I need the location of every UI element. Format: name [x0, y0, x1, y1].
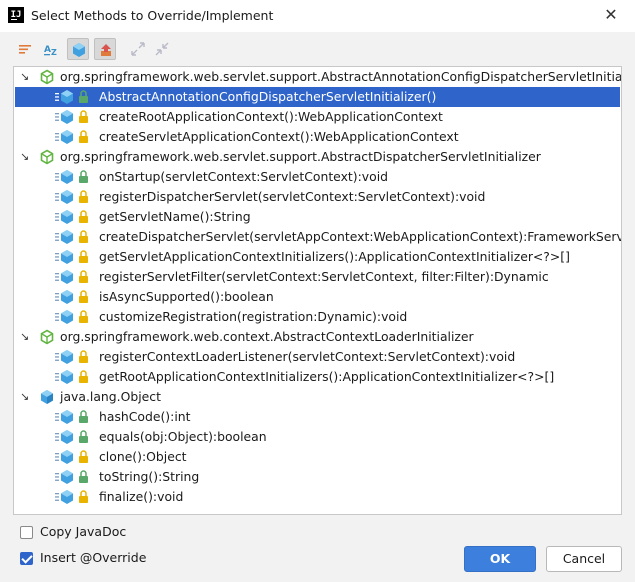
method-signature-label: getServletApplicationContextInitializers…: [99, 249, 570, 264]
copy-javadoc-label: Copy JavaDoc: [40, 524, 127, 539]
close-icon[interactable]: ✕: [601, 5, 621, 25]
method-signature-label: registerServletFilter(servletContext:Ser…: [99, 269, 549, 284]
tree-method-row[interactable]: AbstractAnnotationConfigDispatcherServle…: [15, 87, 620, 107]
copy-javadoc-checkbox[interactable]: [20, 526, 33, 539]
method-signature-label: hashCode():int: [99, 409, 191, 424]
tree-method-row[interactable]: getServletName():String: [15, 207, 620, 227]
tree-method-row[interactable]: clone():Object: [15, 447, 620, 467]
tree-method-row[interactable]: customizeRegistration(registration:Dynam…: [15, 307, 620, 327]
method-icon: [55, 109, 93, 125]
method-signature-label: createServletApplicationContext():WebApp…: [99, 129, 459, 144]
class-name-label: org.springframework.web.servlet.support.…: [60, 149, 541, 164]
class-name-label: org.springframework.web.context.Abstract…: [60, 329, 474, 344]
method-icon: [55, 249, 93, 265]
method-signature-label: getServletName():String: [99, 209, 251, 224]
insert-override-checkbox[interactable]: [20, 552, 33, 565]
dialog-title: Select Methods to Override/Implement: [31, 8, 274, 23]
tree-method-row[interactable]: toString():String: [15, 467, 620, 487]
tree-method-row[interactable]: registerDispatcherServlet(servletContext…: [15, 187, 620, 207]
svg-text:Z: Z: [51, 48, 57, 57]
method-signature-label: getRootApplicationContextInitializers():…: [99, 369, 555, 384]
class-name-label: org.springframework.web.servlet.support.…: [60, 69, 622, 84]
tree-method-row[interactable]: hashCode():int: [15, 407, 620, 427]
expand-all-icon[interactable]: [127, 38, 149, 60]
method-icon: [55, 129, 93, 145]
method-signature-label: clone():Object: [99, 449, 187, 464]
class-name-label: java.lang.Object: [60, 389, 161, 404]
method-icon: [55, 469, 93, 485]
method-signature-label: equals(obj:Object):boolean: [99, 429, 267, 444]
method-signature-label: onStartup(servletContext:ServletContext)…: [99, 169, 389, 184]
ok-button[interactable]: OK: [464, 546, 536, 572]
method-signature-label: toString():String: [99, 469, 200, 484]
method-icon: [55, 209, 93, 225]
show-supers-icon[interactable]: [94, 38, 116, 60]
method-signature-label: registerDispatcherServlet(servletContext…: [99, 189, 486, 204]
method-icon: [55, 349, 93, 365]
tree-method-row[interactable]: createDispatcherServlet(servletAppContex…: [15, 227, 622, 247]
tree-method-row[interactable]: finalize():void: [15, 487, 620, 507]
tree-method-row[interactable]: isAsyncSupported():boolean: [15, 287, 620, 307]
method-icon: [55, 429, 93, 445]
expand-arrow-icon[interactable]: ↘: [20, 67, 32, 87]
method-icon: [55, 229, 93, 245]
method-icon: [55, 269, 93, 285]
tree-method-row[interactable]: onStartup(servletContext:ServletContext)…: [15, 167, 620, 187]
svg-text:A: A: [44, 45, 51, 55]
method-icon: [55, 409, 93, 425]
method-signature-label: customizeRegistration(registration:Dynam…: [99, 309, 408, 324]
method-signature-label: finalize():void: [99, 489, 184, 504]
tree-method-row[interactable]: registerContextLoaderListener(servletCon…: [15, 347, 620, 367]
intellij-app-icon: IJ: [8, 7, 24, 23]
tree-class-row[interactable]: ↘ org.springframework.web.context.Abstrac…: [15, 327, 620, 347]
method-signature-label: createRootApplicationContext():WebApplic…: [99, 109, 443, 124]
show-classes-icon[interactable]: [67, 38, 89, 60]
title-bar: IJ Select Methods to Override/Implement …: [0, 0, 635, 32]
method-icon: [55, 89, 93, 105]
sort-icon[interactable]: [14, 38, 36, 60]
cancel-button[interactable]: Cancel: [546, 546, 622, 572]
method-signature-label: AbstractAnnotationConfigDispatcherServle…: [99, 89, 437, 104]
expand-arrow-icon[interactable]: ↘: [20, 387, 32, 407]
method-icon: [55, 449, 93, 465]
method-icon: [55, 309, 93, 325]
tree-method-row[interactable]: equals(obj:Object):boolean: [15, 427, 620, 447]
tree-method-row[interactable]: getRootApplicationContextInitializers():…: [15, 367, 620, 387]
expand-arrow-icon[interactable]: ↘: [20, 147, 32, 167]
method-icon: [55, 489, 93, 505]
method-icon: [55, 289, 93, 305]
tree-method-row[interactable]: createServletApplicationContext():WebApp…: [15, 127, 620, 147]
method-signature-label: registerContextLoaderListener(servletCon…: [99, 349, 516, 364]
method-icon: [55, 169, 93, 185]
insert-override-label: Insert @Override: [40, 550, 147, 565]
expand-arrow-icon[interactable]: ↘: [20, 327, 32, 347]
tree-method-row[interactable]: registerServletFilter(servletContext:Ser…: [15, 267, 620, 287]
method-signature-label: createDispatcherServlet(servletAppContex…: [99, 229, 622, 244]
tree-class-row[interactable]: ↘ org.springframework.web.servlet.support…: [15, 147, 620, 167]
tree-method-row[interactable]: getServletApplicationContextInitializers…: [15, 247, 620, 267]
methods-tree[interactable]: ↘ org.springframework.web.servlet.support…: [13, 66, 622, 515]
tree-class-row[interactable]: ↘ java.lang.Object: [15, 387, 620, 407]
method-icon: [55, 369, 93, 385]
sort-alpha-icon[interactable]: AZ: [40, 38, 62, 60]
collapse-all-icon[interactable]: [151, 38, 173, 60]
tree-method-row[interactable]: createRootApplicationContext():WebApplic…: [15, 107, 620, 127]
method-icon: [55, 189, 93, 205]
method-signature-label: isAsyncSupported():boolean: [99, 289, 274, 304]
tree-class-row[interactable]: ↘ org.springframework.web.servlet.support…: [15, 67, 622, 87]
toolbar: AZ: [14, 38, 314, 62]
